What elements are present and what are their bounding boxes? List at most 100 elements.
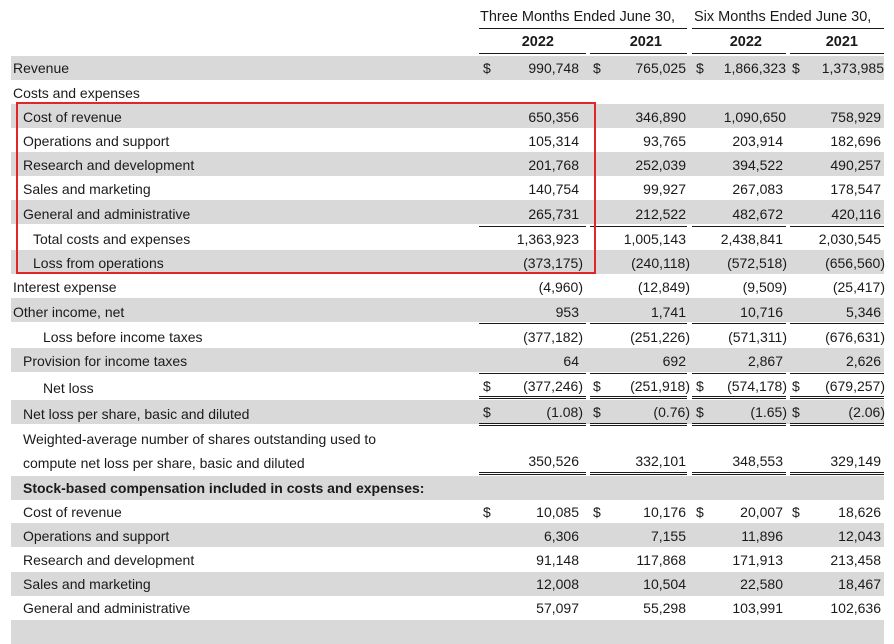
highlight-box xyxy=(16,102,596,274)
cell-value: 346,890 xyxy=(635,109,686,125)
cell-value: (574,178) xyxy=(727,378,787,394)
row-label-interest: Interest expense xyxy=(13,279,117,295)
double-underline xyxy=(590,425,687,426)
cell-value: 2,438,841 xyxy=(720,231,783,247)
cell-value: (1.65) xyxy=(750,404,787,420)
cell-value: 12,008 xyxy=(536,576,579,592)
cell-value: 350,526 xyxy=(528,453,579,469)
header-year: 2021 xyxy=(629,34,662,50)
double-underline xyxy=(692,425,786,426)
cell-value: 490,257 xyxy=(830,157,881,173)
cell-value: 10,716 xyxy=(740,304,783,320)
subtotal-underline xyxy=(590,226,687,227)
cell-value: 171,913 xyxy=(732,552,783,568)
row-label-other-income: Other income, net xyxy=(13,304,125,320)
double-underline xyxy=(479,423,586,424)
currency-symbol: $ xyxy=(792,378,800,394)
year-underline xyxy=(479,53,586,54)
header-three-months: Three Months Ended June 30, xyxy=(480,9,676,25)
cell-value: (571,311) xyxy=(728,329,787,345)
double-underline xyxy=(790,396,884,397)
cell-value: (377,246) xyxy=(523,378,583,394)
cell-value: 212,522 xyxy=(635,206,686,222)
cell-value: 57,097 xyxy=(536,600,579,616)
header-six-months: Six Months Ended June 30, xyxy=(694,9,872,25)
cell-value: 99,927 xyxy=(643,181,686,197)
subtotal-underline xyxy=(790,323,884,324)
subtotal-underline xyxy=(479,323,586,324)
cell-value: 394,522 xyxy=(732,157,783,173)
cell-value: (251,226) xyxy=(630,329,690,345)
row-label-net-loss: Net loss xyxy=(43,380,94,396)
cell-value: 117,868 xyxy=(636,552,686,568)
double-underline xyxy=(790,472,884,473)
row-label-loss-before-tax: Loss before income taxes xyxy=(43,329,203,345)
cell-value: (377,182) xyxy=(523,329,583,345)
cell-value: 93,765 xyxy=(643,133,686,149)
cell-value: (25,417) xyxy=(832,279,885,295)
cell-value: 10,504 xyxy=(643,576,686,592)
double-underline xyxy=(790,425,884,426)
cell-value: 7,155 xyxy=(650,528,686,544)
cell-value: 55,298 xyxy=(643,600,686,616)
double-underline xyxy=(590,423,687,424)
subtotal-underline xyxy=(590,373,687,374)
header-year: 2021 xyxy=(825,34,858,50)
cell-value: 102,636 xyxy=(830,600,881,616)
currency-symbol: $ xyxy=(792,404,800,420)
cell-value: 22,580 xyxy=(740,576,783,592)
row-label-provision: Provision for income taxes xyxy=(23,353,188,369)
cell-value: 990,748 xyxy=(528,60,579,76)
cell-value: 178,547 xyxy=(830,181,881,197)
header-underline xyxy=(692,28,884,29)
cell-value: (679,257) xyxy=(825,378,885,394)
cell-value: 91,148 xyxy=(536,552,579,568)
cell-value: (4,960) xyxy=(538,279,583,295)
cell-value: 1,090,650 xyxy=(723,109,786,125)
cell-value: (1.08) xyxy=(546,404,583,420)
cell-value: 1,005,143 xyxy=(623,231,686,247)
section-heading-sbc: Stock-based compensation included in cos… xyxy=(23,480,425,496)
double-underline xyxy=(692,398,786,399)
row-label-wavg-2: compute net loss per share, basic and di… xyxy=(23,455,305,471)
double-underline xyxy=(479,398,586,399)
subtotal-underline xyxy=(692,226,786,227)
year-underline xyxy=(692,53,786,54)
double-underline xyxy=(590,472,687,473)
cell-value: 6,306 xyxy=(543,528,579,544)
cell-value: (2.06) xyxy=(848,404,885,420)
cell-value: 20,007 xyxy=(740,504,783,520)
cell-value: 103,991 xyxy=(732,600,783,616)
double-underline xyxy=(590,396,687,397)
subtotal-underline xyxy=(479,373,586,374)
subtotal-underline xyxy=(790,226,884,227)
header-year: 2022 xyxy=(729,34,762,50)
year-underline xyxy=(790,53,884,54)
cell-value: 18,467 xyxy=(838,576,881,592)
currency-symbol: $ xyxy=(792,504,800,520)
double-underline xyxy=(692,423,786,424)
header-underline xyxy=(479,28,687,29)
cell-value: 758,929 xyxy=(830,109,881,125)
double-underline xyxy=(692,472,786,473)
row-label-sbc-rnd: Research and development xyxy=(23,552,195,568)
cell-value: 2,626 xyxy=(845,353,881,369)
row-band xyxy=(11,620,884,644)
subtotal-underline xyxy=(692,373,786,374)
cell-value: 203,914 xyxy=(732,133,783,149)
double-underline xyxy=(790,423,884,424)
double-underline xyxy=(479,472,586,473)
subtotal-underline xyxy=(590,323,687,324)
cell-value: 2,867 xyxy=(747,353,783,369)
cell-value: 1,741 xyxy=(650,304,686,320)
double-underline xyxy=(692,396,786,397)
subtotal-underline xyxy=(790,373,884,374)
row-label-sbc-cost-of-revenue: Cost of revenue xyxy=(23,504,122,520)
cell-value: 10,085 xyxy=(536,504,579,520)
cell-value: 64 xyxy=(563,353,579,369)
cell-value: 12,043 xyxy=(838,528,881,544)
row-label-sbc-sales: Sales and marketing xyxy=(23,576,151,592)
cell-value: 329,149 xyxy=(830,453,881,469)
cell-value: 348,553 xyxy=(732,453,783,469)
cell-value: 765,025 xyxy=(635,60,686,76)
